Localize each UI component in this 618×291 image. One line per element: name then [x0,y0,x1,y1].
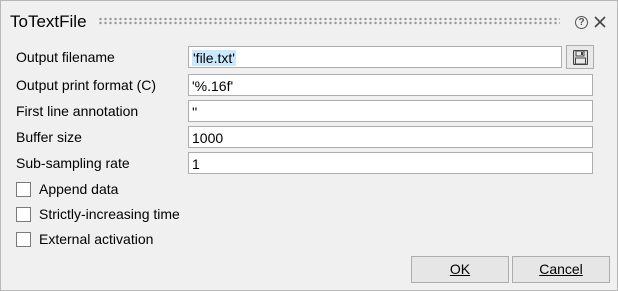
print-format-label: Output print format (C) [16,77,157,93]
output-filename-value: 'file.txt' [192,50,236,66]
close-icon[interactable] [593,15,607,29]
first-line-annotation-field[interactable]: '' [188,100,593,122]
append-data-checkbox[interactable] [16,182,31,197]
sub-sampling-rate-label: Sub-sampling rate [16,155,130,171]
first-line-annotation-label: First line annotation [16,103,139,119]
dialog-title: ToTextFile [10,12,87,31]
strictly-increasing-time-label: Strictly-increasing time [39,206,180,222]
buffer-size-field[interactable]: 1000 [188,126,593,148]
append-data-label: Append data [39,181,119,197]
external-activation-label: External activation [39,231,154,247]
save-file-icon [573,50,588,65]
buffer-size-label: Buffer size [16,129,82,145]
strictly-increasing-time-checkbox[interactable] [16,207,31,222]
help-icon[interactable]: ? [575,16,588,29]
totextfile-dialog: ToTextFile ? Output filename 'file.txt' … [0,0,618,291]
title-bar[interactable]: ToTextFile ? [1,1,617,41]
sub-sampling-rate-field[interactable]: 1 [188,152,593,174]
ok-button[interactable]: OK [411,256,509,283]
drag-grip[interactable] [98,17,560,25]
cancel-button-label: Cancel [539,261,583,277]
print-format-field[interactable]: '%.16f' [188,74,593,96]
cancel-button[interactable]: Cancel [512,256,610,283]
external-activation-checkbox[interactable] [16,232,31,247]
ok-button-label: OK [449,261,471,277]
browse-save-button[interactable] [566,45,594,69]
output-filename-label: Output filename [16,49,115,65]
output-filename-field[interactable]: 'file.txt' [188,46,562,68]
